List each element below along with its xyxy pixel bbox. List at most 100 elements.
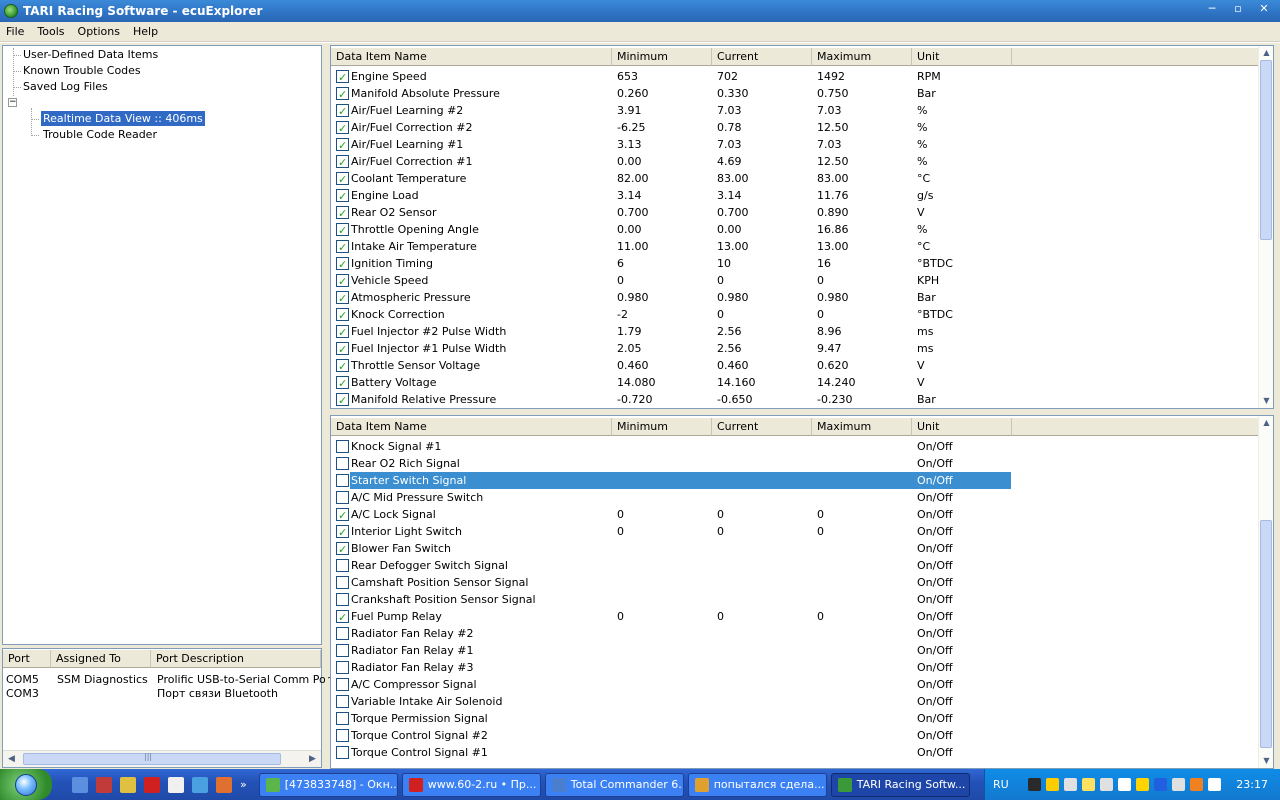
row-checkbox[interactable]: [336, 729, 349, 742]
table-row[interactable]: Rear O2 Rich Signal On/Off: [331, 455, 1259, 472]
table-row[interactable]: Crankshaft Position Sensor Signal On/Off: [331, 591, 1259, 608]
row-checkbox[interactable]: [336, 541, 349, 558]
table-row[interactable]: Rear Defogger Switch Signal On/Off: [331, 557, 1259, 574]
table-row[interactable]: Atmospheric Pressure 0.980 0.980 0.980 Bar: [331, 289, 1259, 307]
row-checkbox[interactable]: [336, 712, 349, 725]
table-row[interactable]: Radiator Fan Relay #3 On/Off: [331, 659, 1259, 676]
table-row[interactable]: Engine Speed 653 702 1492 RPM: [331, 68, 1259, 86]
vertical-splitter[interactable]: [325, 43, 328, 769]
tray-icon[interactable]: [1081, 778, 1095, 791]
table-row[interactable]: A/C Mid Pressure Switch On/Off: [331, 489, 1259, 506]
table-row[interactable]: Manifold Relative Pressure -0.720 -0.650 -0…: [331, 391, 1259, 408]
table-row[interactable]: Air/Fuel Learning #1 3.13 7.03 7.03%: [331, 136, 1259, 154]
tray-icon[interactable]: [1171, 778, 1185, 791]
vscroll-thumb[interactable]: [1260, 520, 1272, 748]
table-row[interactable]: Fuel Pump Relay 0 0 0 On/Off: [331, 608, 1259, 626]
table-row[interactable]: Air/Fuel Learning #2 3.91 7.03 7.03%: [331, 102, 1259, 120]
row-checkbox[interactable]: [336, 440, 349, 453]
quick-launch-icon[interactable]: [96, 776, 112, 793]
tray-icon[interactable]: [1027, 778, 1041, 791]
table-row[interactable]: Battery Voltage 14.080 14.160 14.240 V: [331, 374, 1259, 392]
table-vscrollbar[interactable]: ▲ ▼: [1258, 46, 1273, 408]
col-header-name[interactable]: Data Item Name: [331, 48, 612, 66]
col-header-maximum[interactable]: Maximum: [812, 418, 912, 436]
row-checkbox[interactable]: [336, 256, 349, 273]
row-checkbox[interactable]: [336, 559, 349, 572]
menu-file[interactable]: File: [0, 25, 31, 38]
row-checkbox[interactable]: [336, 154, 349, 171]
tree-item-user-defined[interactable]: User-Defined Data Items: [23, 48, 158, 61]
quick-launch-icon[interactable]: [120, 776, 136, 793]
table-row[interactable]: Radiator Fan Relay #1 On/Off: [331, 642, 1259, 659]
port-header[interactable]: Port: [3, 650, 51, 668]
row-checkbox[interactable]: [336, 627, 349, 640]
row-checkbox[interactable]: [336, 375, 349, 392]
quick-launch-icon[interactable]: [216, 776, 232, 793]
row-checkbox[interactable]: [336, 324, 349, 341]
tree-collapse-toggle[interactable]: −: [8, 98, 17, 107]
row-checkbox[interactable]: [336, 644, 349, 657]
table-row[interactable]: Coolant Temperature 82.00 83.00 83.00 °C: [331, 170, 1259, 188]
table-row[interactable]: A/C Compressor Signal On/Off: [331, 676, 1259, 693]
tray-icon[interactable]: [1153, 778, 1167, 791]
row-checkbox[interactable]: [336, 341, 349, 358]
quick-launch-icon[interactable]: [192, 776, 208, 793]
row-checkbox[interactable]: [336, 695, 349, 708]
tray-icon[interactable]: [1099, 778, 1113, 791]
tree-item-realtime-view[interactable]: Realtime Data View :: 406ms: [41, 111, 205, 126]
table-row[interactable]: Camshaft Position Sensor Signal On/Off: [331, 574, 1259, 591]
taskbar-button[interactable]: TARI Racing Softw...: [830, 772, 970, 797]
row-checkbox[interactable]: [336, 307, 349, 324]
port-cell[interactable]: COM5: [6, 673, 39, 686]
row-checkbox[interactable]: [336, 474, 349, 487]
row-checkbox[interactable]: [336, 746, 349, 759]
row-checkbox[interactable]: [336, 593, 349, 606]
port-cell[interactable]: COM3: [6, 687, 39, 700]
row-checkbox[interactable]: [336, 120, 349, 137]
row-checkbox[interactable]: [336, 507, 349, 524]
vscroll-thumb[interactable]: [1260, 60, 1272, 240]
tray-icon[interactable]: [1189, 778, 1203, 791]
language-indicator[interactable]: RU: [993, 778, 1009, 791]
port-list-hscrollbar[interactable]: ◀ ||| ▶: [3, 750, 321, 767]
table-row[interactable]: Rear O2 Sensor 0.700 0.700 0.890 V: [331, 204, 1259, 222]
col-header-unit[interactable]: Unit: [912, 48, 1012, 66]
close-button[interactable]: ✕: [1252, 0, 1276, 16]
tree-item-trouble-code-reader[interactable]: Trouble Code Reader: [43, 128, 157, 141]
table-row[interactable]: Intake Air Temperature 11.00 13.00 13.00 °C: [331, 238, 1259, 256]
table-row[interactable]: Radiator Fan Relay #2 On/Off: [331, 625, 1259, 642]
table-vscrollbar[interactable]: ▲ ▼: [1258, 416, 1273, 768]
table-row[interactable]: Air/Fuel Correction #2 -6.25 0.78 12.50%: [331, 119, 1259, 137]
col-header-current[interactable]: Current: [712, 418, 812, 436]
row-checkbox[interactable]: [336, 222, 349, 239]
tray-icon[interactable]: [1207, 778, 1221, 791]
quick-launch-icon[interactable]: [168, 776, 184, 793]
row-checkbox[interactable]: [336, 290, 349, 307]
table-row[interactable]: Starter Switch Signal On/Off: [331, 472, 1259, 489]
table-row[interactable]: Blower Fan Switch On/Off: [331, 540, 1259, 558]
table-row[interactable]: Fuel Injector #2 Pulse Width 1.79 2.56 8.96…: [331, 323, 1259, 341]
row-checkbox[interactable]: [336, 69, 349, 86]
col-header-name[interactable]: Data Item Name: [331, 418, 612, 436]
table-row[interactable]: Air/Fuel Correction #1 0.00 4.69 12.50%: [331, 153, 1259, 171]
scroll-down-arrow[interactable]: ▼: [1259, 394, 1273, 408]
taskbar-button[interactable]: Total Commander 6...: [544, 772, 684, 797]
row-checkbox[interactable]: [336, 392, 349, 408]
row-checkbox[interactable]: [336, 661, 349, 674]
quick-launch-overflow[interactable]: »: [240, 778, 247, 791]
hscroll-thumb[interactable]: |||: [23, 752, 281, 765]
row-checkbox[interactable]: [336, 358, 349, 375]
table-row[interactable]: Variable Intake Air Solenoid On/Off: [331, 693, 1259, 710]
menu-tools[interactable]: Tools: [31, 25, 71, 38]
tree-item-trouble-codes[interactable]: Known Trouble Codes: [23, 64, 141, 77]
row-checkbox[interactable]: [336, 205, 349, 222]
table-row[interactable]: Knock Signal #1 On/Off: [331, 438, 1259, 455]
table-row[interactable]: Throttle Sensor Voltage 0.460 0.460 0.620 V: [331, 357, 1259, 375]
table-row[interactable]: Torque Control Signal #1 On/Off: [331, 744, 1259, 761]
col-header-maximum[interactable]: Maximum: [812, 48, 912, 66]
tree-item-saved-logs[interactable]: Saved Log Files: [23, 80, 108, 93]
table-row[interactable]: Engine Load 3.14 3.14 11.76 g/s: [331, 187, 1259, 205]
table-row[interactable]: Fuel Injector #1 Pulse Width 2.05 2.56 9.47…: [331, 340, 1259, 358]
table-row[interactable]: Torque Control Signal #2 On/Off: [331, 727, 1259, 744]
menu-options[interactable]: Options: [72, 25, 127, 38]
